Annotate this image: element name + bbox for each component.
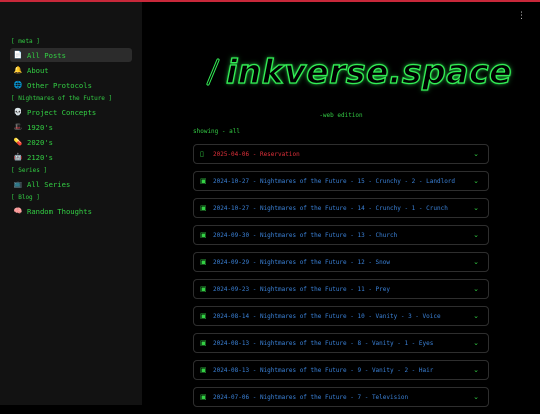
sidebar-item-2120s[interactable]: 🤖 2120's: [10, 150, 132, 164]
tv-icon: 📺: [13, 180, 23, 188]
sidebar-item-other-protocols[interactable]: 🌐 Other Protocols: [10, 78, 132, 92]
sidebar-item-label: 1920's: [27, 122, 53, 132]
sidebar-item-label: Other Protocols: [27, 80, 92, 90]
sidebar-item-label: All Series: [27, 179, 71, 189]
skull-icon: 💀: [13, 108, 23, 116]
sidebar-item-label: 2020's: [27, 137, 53, 147]
sidebar-item-project-concepts[interactable]: 💀 Project Concepts: [10, 105, 132, 119]
book-icon: ▣: [200, 366, 207, 374]
sidebar-item-label: Random Thoughts: [27, 206, 92, 216]
sidebar-item-label: 2120's: [27, 152, 53, 162]
sidebar-section-meta: [ meta ]: [11, 38, 40, 45]
document-icon: ▯: [200, 150, 204, 158]
post-row[interactable]: ▣ 2024-07-06 - Nightmares of the Future -…: [193, 387, 489, 407]
chevron-down-icon[interactable]: ⌄: [473, 339, 479, 347]
pen-icon: [204, 57, 222, 87]
post-row[interactable]: ▣ 2024-08-13 - Nightmares of the Future -…: [193, 360, 489, 380]
sidebar-item-all-series[interactable]: 📺 All Series: [10, 177, 132, 191]
post-row[interactable]: ▣ 2024-08-14 - Nightmares of the Future -…: [193, 306, 489, 326]
post-title: 2024-09-30 - Nightmares of the Future - …: [213, 231, 398, 239]
sidebar-item-label: About: [27, 65, 49, 75]
chevron-down-icon[interactable]: ⌄: [473, 366, 479, 374]
book-icon: ▣: [200, 339, 207, 347]
sidebar-section-blog: [ Blog ]: [11, 194, 40, 201]
chevron-down-icon[interactable]: ⌄: [473, 258, 479, 266]
post-row[interactable]: ▣ 2024-10-27 - Nightmares of the Future -…: [193, 171, 489, 191]
post-title: 2024-08-14 - Nightmares of the Future - …: [213, 312, 441, 320]
brain-icon: 🧠: [13, 207, 23, 215]
sidebar-item-random-thoughts[interactable]: 🧠 Random Thoughts: [10, 204, 132, 218]
post-list: ▯ 2025-04-06 - Reservation ⌄ ▣ 2024-10-27 - …: [193, 144, 489, 414]
chevron-down-icon[interactable]: ⌄: [473, 285, 479, 293]
post-title: 2024-10-27 - Nightmares of the Future - …: [213, 177, 456, 185]
book-icon: ▣: [200, 393, 207, 401]
more-options-icon[interactable]: ⋮: [517, 12, 526, 21]
sidebar-item-2020s[interactable]: 💊 2020's: [10, 135, 132, 149]
book-icon: ▣: [200, 312, 207, 320]
edition-label: -web edition: [319, 112, 363, 119]
robot-icon: 🤖: [13, 153, 23, 161]
sidebar-item-label: All Posts: [27, 50, 66, 60]
book-icon: ▣: [200, 231, 207, 239]
post-title: 2025-04-06 - Reservation: [213, 150, 300, 158]
post-row[interactable]: ▯ 2025-04-06 - Reservation ⌄: [193, 144, 489, 164]
site-logo[interactable]: inkverse.space: [204, 51, 512, 92]
chevron-down-icon[interactable]: ⌄: [473, 393, 479, 401]
post-title: 2024-09-23 - Nightmares of the Future - …: [213, 285, 391, 293]
sidebar-section-series: [ Series ]: [11, 167, 48, 174]
post-title: 2024-10-27 - Nightmares of the Future - …: [213, 204, 448, 212]
globe-icon: 🌐: [13, 81, 23, 89]
chevron-down-icon[interactable]: ⌄: [473, 177, 479, 185]
post-row[interactable]: ▣ 2024-10-27 - Nightmares of the Future -…: [193, 198, 489, 218]
top-hat-icon: 🎩: [13, 123, 23, 131]
chevron-down-icon[interactable]: ⌄: [473, 312, 479, 320]
post-row[interactable]: ▣ 2024-09-30 - Nightmares of the Future -…: [193, 225, 489, 245]
chevron-down-icon[interactable]: ⌄: [473, 150, 479, 158]
sidebar-item-about[interactable]: 🔔 About: [10, 63, 132, 77]
post-title: 2024-08-13 - Nightmares of the Future - …: [213, 339, 434, 347]
post-row[interactable]: ▣ 2024-09-23 - Nightmares of the Future -…: [193, 279, 489, 299]
sidebar-item-all-posts[interactable]: 📄 All Posts: [10, 48, 132, 62]
pill-icon: 💊: [13, 138, 23, 146]
chevron-down-icon[interactable]: ⌄: [473, 231, 479, 239]
book-icon: ▣: [200, 258, 207, 266]
sidebar-section-nightmares: [ Nightmares of the Future ]: [11, 95, 113, 102]
post-title: 2024-08-13 - Nightmares of the Future - …: [213, 366, 434, 374]
sidebar-item-label: Project Concepts: [27, 107, 97, 117]
post-row[interactable]: ▣ 2024-08-13 - Nightmares of the Future -…: [193, 333, 489, 353]
main-content: ⋮ inkverse.space -web edition showing - …: [142, 2, 540, 407]
document-icon: 📄: [13, 51, 23, 59]
post-title: 2024-09-29 - Nightmares of the Future - …: [213, 258, 391, 266]
chevron-down-icon[interactable]: ⌄: [473, 204, 479, 212]
site-title: inkverse.space: [225, 51, 512, 91]
book-icon: ▣: [200, 204, 207, 212]
sidebar-item-1920s[interactable]: 🎩 1920's: [10, 120, 132, 134]
book-icon: ▣: [200, 285, 207, 293]
post-title: 2024-07-06 - Nightmares of the Future - …: [213, 393, 409, 401]
bell-icon: 🔔: [13, 66, 23, 74]
post-row[interactable]: ▣ 2024-09-29 - Nightmares of the Future -…: [193, 252, 489, 272]
sidebar: [ meta ] 📄 All Posts 🔔 About 🌐 Other Pro…: [0, 2, 142, 405]
book-icon: ▣: [200, 177, 207, 185]
filter-status: showing - all: [193, 128, 240, 135]
